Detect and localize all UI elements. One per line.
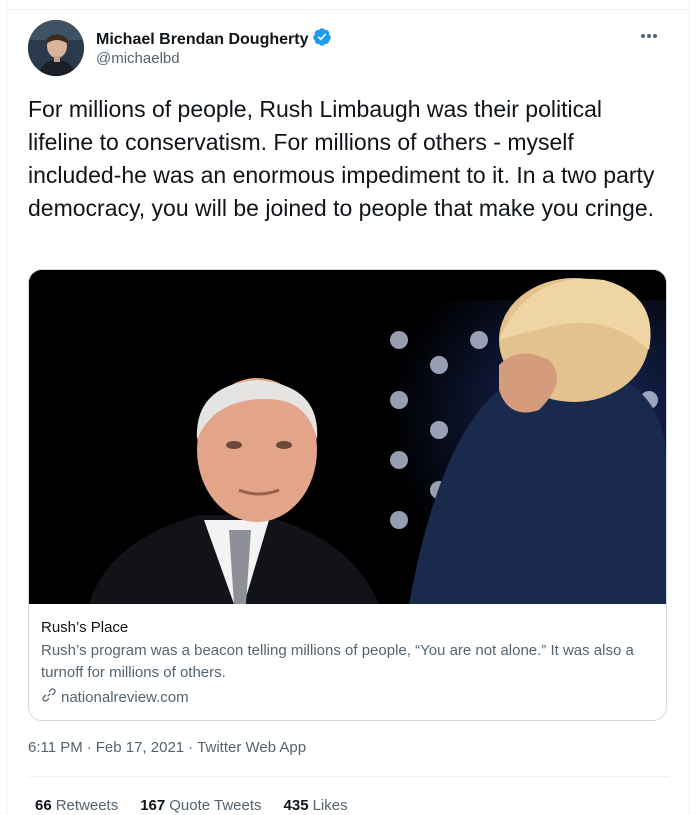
link-icon [41,687,57,707]
tweet-time[interactable]: 6:11 PM [28,739,83,756]
tweet-date[interactable]: Feb 17, 2021 [96,739,184,756]
card-domain-text: nationalreview.com [61,688,189,706]
tweet-metadata: 6:11 PM · Feb 17, 2021 · Twitter Web App [28,739,306,756]
verified-badge-icon [312,27,332,52]
divider [7,9,689,10]
tweet-detail: Michael Brendan Dougherty @michaelbd For… [6,0,690,815]
card-title: Rush’s Place [41,619,129,636]
likes-label: Likes [312,797,348,814]
tweet-text: For millions of people, Rush Limbaugh wa… [28,96,655,221]
likes-count: 435 [283,797,309,814]
retweets-stat[interactable]: 66 Retweets [35,797,118,814]
quote-tweets-stat[interactable]: 167 Quote Tweets [140,797,261,814]
quote-tweets-label: Quote Tweets [169,797,262,814]
meta-separator: · [188,739,194,756]
card-description: Rush’s program was a beacon telling mill… [41,642,634,681]
tweet-source-app[interactable]: Twitter Web App [197,739,306,756]
link-card[interactable]: Rush’s Place Rush’s program was a beacon… [28,269,667,721]
card-domain: nationalreview.com [41,687,654,707]
author-handle[interactable]: @michaelbd [96,50,180,67]
author-name[interactable]: Michael Brendan Dougherty [96,31,308,49]
avatar[interactable] [28,20,84,76]
tweet-header: Michael Brendan Dougherty @michaelbd [28,20,669,78]
card-image [29,270,666,604]
likes-stat[interactable]: 435 Likes [284,797,348,814]
retweets-label: Retweets [55,797,119,814]
retweets-count: 66 [35,797,52,814]
more-options-icon[interactable] [637,26,661,46]
quote-tweets-count: 167 [140,797,166,814]
meta-separator: · [86,739,92,756]
engagement-stats: 66 Retweets 167 Quote Tweets 435 Likes [35,797,348,814]
divider [28,776,669,777]
